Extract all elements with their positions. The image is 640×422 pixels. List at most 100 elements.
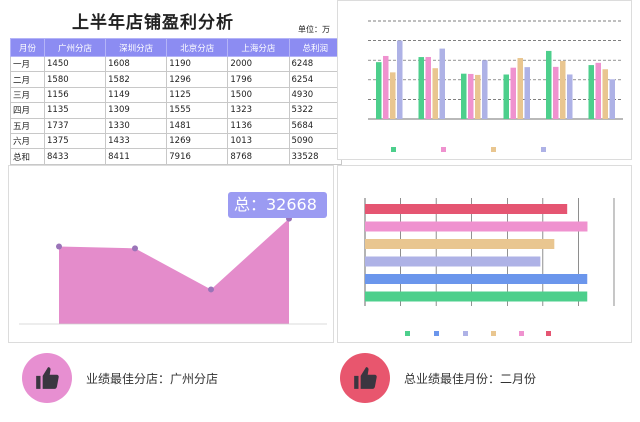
table-cell: 6254 <box>288 71 342 88</box>
legend-swatch <box>541 147 546 152</box>
bar <box>595 62 601 119</box>
bar <box>482 60 488 119</box>
bar <box>365 239 555 249</box>
data-point <box>208 286 214 293</box>
table-cell: 1013 <box>227 132 290 150</box>
bar <box>553 66 559 119</box>
table-cell: 一月 <box>10 55 45 73</box>
bar <box>383 55 389 119</box>
table-cell: 4930 <box>288 86 342 104</box>
data-table-panel: 上半年店铺盈利分析 单位：万 月份 广州分店 深圳分店 北京分店 上海分店 总利… <box>8 0 342 165</box>
header-shenzhen: 深圳分店 <box>105 38 168 57</box>
table-cell: 六月 <box>10 132 45 150</box>
unit-label: 单位：万 <box>298 25 330 34</box>
table-cell: 1796 <box>227 71 290 88</box>
horizontal-bar-chart <box>364 198 615 336</box>
table-cell: 1580 <box>43 71 107 88</box>
table-cell: 1582 <box>105 71 168 88</box>
table-cell: 5090 <box>288 132 342 150</box>
best-month-text: 总业绩最佳月份：二月份 <box>404 371 537 386</box>
table-cell: 1156 <box>43 86 107 104</box>
table-cell: 1125 <box>166 86 229 104</box>
table-cell: 1555 <box>166 102 229 119</box>
header-shanghai: 上海分店 <box>227 38 290 57</box>
page-title: 上半年店铺盈利分析 <box>72 13 234 33</box>
bar <box>365 221 588 232</box>
bar <box>567 74 573 119</box>
table-cell: 8768 <box>227 148 290 165</box>
bar <box>376 62 382 119</box>
best-month-summary: 总业绩最佳月份：二月份 <box>340 353 536 403</box>
grouped-bar-chart-panel <box>337 0 632 160</box>
bar <box>546 50 552 119</box>
header-month: 月份 <box>10 38 45 57</box>
table-cell: 1433 <box>105 132 168 150</box>
best-store-summary: 业绩最佳分店：广州分店 <box>22 353 218 403</box>
legend-swatch <box>491 331 496 336</box>
area-fill <box>59 218 289 324</box>
table-cell: 1135 <box>43 102 107 119</box>
table-row: 五月 1737 1330 1481 1136 5684 <box>10 117 342 134</box>
table-cell: 1375 <box>43 132 107 150</box>
bar <box>432 68 438 119</box>
table-cell: 二月 <box>10 71 45 88</box>
table-cell: 总和 <box>10 148 45 165</box>
table-cell: 5322 <box>288 102 342 119</box>
table-cell: 1296 <box>166 71 229 88</box>
bar <box>365 291 588 302</box>
table-cell: 1500 <box>227 86 290 104</box>
table-row: 六月 1375 1433 1269 1013 5090 <box>10 132 342 150</box>
table-cell: 7916 <box>166 148 229 165</box>
table-cell: 1323 <box>227 102 290 119</box>
bar <box>425 56 431 119</box>
legend-swatch <box>391 147 396 152</box>
total-badge: 总：32668 <box>228 192 327 218</box>
table-cell: 1481 <box>166 117 229 134</box>
table-cell: 5684 <box>288 117 342 134</box>
bar <box>510 67 516 119</box>
data-point <box>132 245 138 252</box>
legend-swatch <box>546 331 551 336</box>
table-cell: 1330 <box>105 117 168 134</box>
table-cell: 6248 <box>288 55 342 73</box>
bar <box>468 73 474 119</box>
header-guangzhou: 广州分店 <box>43 38 107 57</box>
table-cell: 1136 <box>227 117 290 134</box>
bar <box>365 274 588 284</box>
bar <box>390 72 396 119</box>
table-header-row: 月份 广州分店 深圳分店 北京分店 上海分店 总利润 <box>10 38 342 57</box>
area-chart-panel: 总：32668 <box>8 165 334 343</box>
table-cell: 五月 <box>10 117 45 134</box>
table-cell: 2000 <box>227 55 290 73</box>
bar <box>560 60 566 119</box>
table-cell: 33528 <box>288 148 342 165</box>
table-row: 总和 8433 8411 7916 8768 33528 <box>10 148 342 165</box>
bar <box>524 67 530 119</box>
header-beijing: 北京分店 <box>166 38 229 57</box>
table-cell: 1190 <box>166 55 229 73</box>
best-store-text: 业绩最佳分店：广州分店 <box>86 371 219 386</box>
table-row: 二月 1580 1582 1296 1796 6254 <box>10 71 342 88</box>
bar <box>461 73 467 119</box>
legend-swatch <box>519 331 524 336</box>
table-cell: 8433 <box>43 148 107 165</box>
bar <box>418 57 424 119</box>
table-cell: 1149 <box>105 86 168 104</box>
legend-swatch <box>405 331 410 336</box>
bar <box>475 74 481 119</box>
bar <box>439 48 445 119</box>
table-row: 三月 1156 1149 1125 1500 4930 <box>10 86 342 104</box>
grouped-bar-chart <box>368 20 623 152</box>
bar <box>588 65 594 119</box>
legend-swatch <box>434 331 439 336</box>
table-cell: 1737 <box>43 117 107 134</box>
legend-swatch <box>463 331 468 336</box>
table-cell: 1450 <box>43 55 107 73</box>
data-point <box>56 243 62 250</box>
header-total: 总利润 <box>288 38 342 57</box>
table-cell: 1309 <box>105 102 168 119</box>
bar <box>517 58 523 119</box>
bar <box>609 79 615 119</box>
table-row: 四月 1135 1309 1555 1323 5322 <box>10 102 342 119</box>
table-cell: 四月 <box>10 102 45 119</box>
